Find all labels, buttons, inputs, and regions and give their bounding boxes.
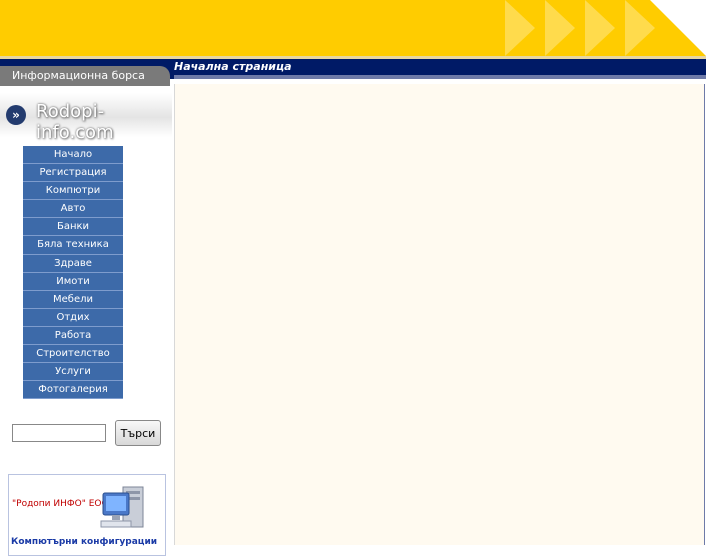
- ad-caption: Компютърни конфигурации: [11, 537, 158, 547]
- section-tab: Информационна борса: [0, 66, 170, 86]
- search-input[interactable]: [12, 424, 106, 442]
- logo-text: Rodopi-info.com: [36, 101, 114, 143]
- menu-item-jobs[interactable]: Работа: [23, 326, 123, 346]
- menu-item-health[interactable]: Здраве: [23, 254, 123, 273]
- menu-item-banks[interactable]: Банки: [23, 218, 123, 237]
- menu-item-registration[interactable]: Регистрация: [23, 164, 123, 183]
- banner-chevron-3: [585, 0, 615, 56]
- main-menu: Начало Регистрация Компютри Авто Банки Б…: [23, 146, 123, 400]
- menu-item-photo-gallery[interactable]: Фотогалерия: [23, 381, 123, 400]
- menu-item-services[interactable]: Услуги: [23, 363, 123, 382]
- computer-icon: [100, 486, 144, 528]
- page-title: Начална страница: [174, 60, 292, 73]
- menu-item-computers[interactable]: Компютри: [23, 182, 123, 201]
- header-banner: [0, 0, 706, 56]
- menu-item-auto[interactable]: Авто: [23, 200, 123, 219]
- banner-corner: [650, 0, 706, 56]
- navbar-underline: [174, 75, 706, 79]
- menu-item-furniture[interactable]: Мебели: [23, 290, 123, 309]
- menu-item-construction[interactable]: Строителство: [23, 345, 123, 364]
- main-content: [174, 84, 705, 545]
- menu-item-real-estate[interactable]: Имоти: [23, 272, 123, 291]
- search-button[interactable]: Търси: [115, 420, 161, 446]
- menu-item-home[interactable]: Начало: [23, 146, 123, 165]
- ad-banner[interactable]: "Родопи ИНФО" ЕООД Компютърни конфигурац…: [8, 474, 166, 556]
- banner-chevron-2: [545, 0, 575, 56]
- site-logo[interactable]: » Rodopi-info.com: [0, 93, 172, 143]
- menu-item-leisure[interactable]: Отдих: [23, 308, 123, 327]
- double-chevron-right-icon: »: [6, 105, 26, 125]
- banner-chevron-1: [505, 0, 535, 56]
- menu-item-appliances[interactable]: Бяла техника: [23, 236, 123, 255]
- sidebar: » Rodopi-info.com Начало Регистрация Ком…: [0, 86, 172, 556]
